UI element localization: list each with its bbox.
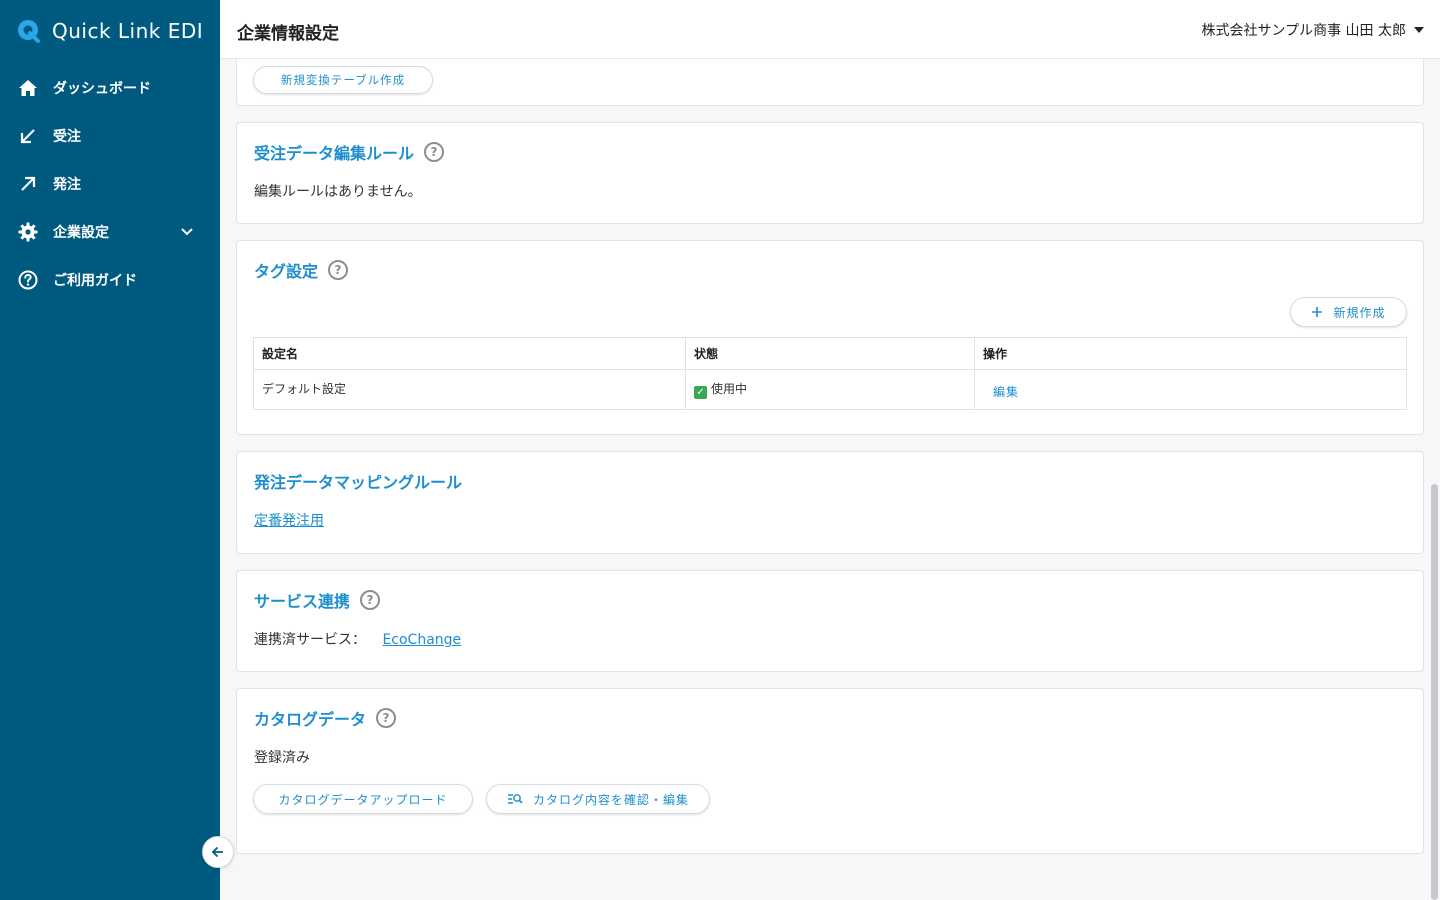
service-integration-body: 連携済サービス： EcoChange — [254, 629, 461, 649]
help-icon[interactable]: ? — [328, 260, 349, 280]
new-conversion-table-button[interactable]: 新規変換テーブル作成 — [253, 66, 433, 94]
arrow-down-left-icon — [17, 125, 39, 147]
sidebar-collapse-button[interactable] — [202, 836, 234, 868]
page-title: 企業情報設定 — [237, 24, 339, 44]
tag-settings-table: 設定名 状態 操作 デフォルト設定 ✓ 使用中 編集 — [253, 337, 1407, 410]
new-tag-setting-label: 新規作成 — [1333, 305, 1386, 320]
service-integration-title: サービス連携 ? — [254, 588, 381, 612]
new-conversion-table-label: 新規変換テーブル作成 — [280, 73, 406, 87]
sidebar-item-orders-placed[interactable]: 発注 — [0, 160, 220, 208]
edit-rules-title: 受注データ編集ルール ? — [254, 140, 445, 164]
sidebar-item-label: ご利用ガイド — [53, 273, 137, 289]
app-name: Quick Link EDI — [52, 19, 204, 43]
sidebar: Quick Link EDI ダッシュボード 受注 発注 企業設定 ご利用ガイド — [0, 0, 220, 900]
connected-service-link[interactable]: EcoChange — [382, 632, 461, 648]
tag-setting-name: デフォルト設定 — [253, 369, 686, 410]
gear-icon — [17, 221, 39, 243]
edit-rules-empty-text: 編集ルールはありません。 — [254, 184, 422, 200]
mapping-rules-card: 発注データマッピングルール 定番発注用 — [236, 451, 1424, 554]
column-header-actions: 操作 — [974, 337, 1407, 370]
tag-setting-actions-cell: 編集 — [974, 369, 1407, 410]
sidebar-item-company-settings[interactable]: 企業設定 — [0, 208, 220, 256]
tag-settings-title-text: タグ設定 — [254, 262, 319, 281]
new-tag-setting-button[interactable]: 新規作成 — [1290, 297, 1407, 327]
service-integration-card: サービス連携 ? 連携済サービス： EcoChange — [236, 570, 1424, 672]
user-name: 株式会社サンプル商事 山田 太郎 — [1201, 23, 1406, 39]
home-icon — [17, 77, 39, 99]
sidebar-item-guide[interactable]: ご利用ガイド — [0, 256, 220, 304]
catalog-upload-button[interactable]: カタログデータアップロード — [253, 784, 473, 814]
app-logo[interactable]: Quick Link EDI — [16, 18, 203, 44]
mapping-rules-title-text: 発注データマッピングルール — [254, 473, 463, 492]
main-content: 新規変換テーブル作成 受注データ編集ルール ? 編集ルールはありません。 タグ設… — [220, 59, 1428, 900]
mapping-rules-body: 定番発注用 — [254, 510, 324, 530]
list-search-icon — [507, 793, 523, 805]
sidebar-item-dashboard[interactable]: ダッシュボード — [0, 64, 220, 112]
table-row: デフォルト設定 ✓ 使用中 編集 — [253, 369, 1407, 410]
arrow-up-right-icon — [17, 173, 39, 195]
plus-icon — [1311, 306, 1323, 318]
sidebar-item-orders-received[interactable]: 受注 — [0, 112, 220, 160]
tag-settings-card: タグ設定 ? 新規作成 設定名 状態 操作 デフォルト設定 ✓ 使用中 編集 — [236, 240, 1424, 435]
service-integration-title-text: サービス連携 — [254, 592, 351, 611]
scrollbar-thumb[interactable] — [1431, 484, 1438, 900]
edit-rules-title-text: 受注データ編集ルール — [254, 144, 415, 163]
catalog-upload-label: カタログデータアップロード — [278, 792, 448, 807]
column-header-name: 設定名 — [253, 337, 686, 370]
help-icon[interactable]: ? — [376, 708, 397, 728]
catalog-view-edit-button[interactable]: カタログ内容を確認・編集 — [486, 784, 710, 814]
arrow-left-icon — [211, 846, 223, 858]
tag-setting-status: 使用中 — [711, 382, 748, 396]
mapping-rule-link[interactable]: 定番発注用 — [254, 513, 324, 529]
table-header-row: 設定名 状態 操作 — [253, 337, 1407, 370]
edit-link[interactable]: 編集 — [993, 383, 1019, 400]
help-icon[interactable]: ? — [424, 142, 445, 162]
sidebar-nav: ダッシュボード 受注 発注 企業設定 ご利用ガイド — [0, 64, 220, 304]
help-icon[interactable]: ? — [360, 590, 381, 610]
conversion-table-card: 新規変換テーブル作成 — [236, 59, 1424, 106]
catalog-data-card: カタログデータ ? 登録済み カタログデータアップロード カタログ内容を確認・編… — [236, 688, 1424, 854]
sidebar-item-label: 受注 — [53, 129, 81, 145]
column-header-status: 状態 — [685, 337, 975, 370]
edit-rules-card: 受注データ編集ルール ? 編集ルールはありません。 — [236, 122, 1424, 224]
chevron-down-icon[interactable] — [180, 224, 194, 238]
sidebar-item-label: ダッシュボード — [53, 81, 151, 97]
catalog-status-text: 登録済み — [254, 750, 310, 766]
mapping-rules-title: 発注データマッピングルール — [254, 469, 462, 493]
sidebar-item-label: 企業設定 — [53, 225, 109, 241]
user-menu[interactable]: 株式会社サンプル商事 山田 太郎 — [1202, 20, 1424, 40]
catalog-view-edit-label: カタログ内容を確認・編集 — [532, 792, 689, 807]
check-icon: ✓ — [694, 386, 707, 399]
catalog-data-title: カタログデータ ? — [254, 706, 397, 730]
top-header: 企業情報設定 株式会社サンプル商事 山田 太郎 — [220, 0, 1440, 59]
tag-setting-status-cell: ✓ 使用中 — [685, 369, 975, 410]
caret-down-icon — [1414, 27, 1424, 33]
catalog-data-title-text: カタログデータ — [254, 710, 367, 729]
sidebar-item-label: 発注 — [53, 177, 81, 193]
help-circle-icon — [17, 269, 39, 291]
logo-icon — [18, 20, 40, 43]
connected-services-label: 連携済サービス： — [254, 632, 366, 648]
tag-settings-title: タグ設定 ? — [254, 258, 349, 282]
